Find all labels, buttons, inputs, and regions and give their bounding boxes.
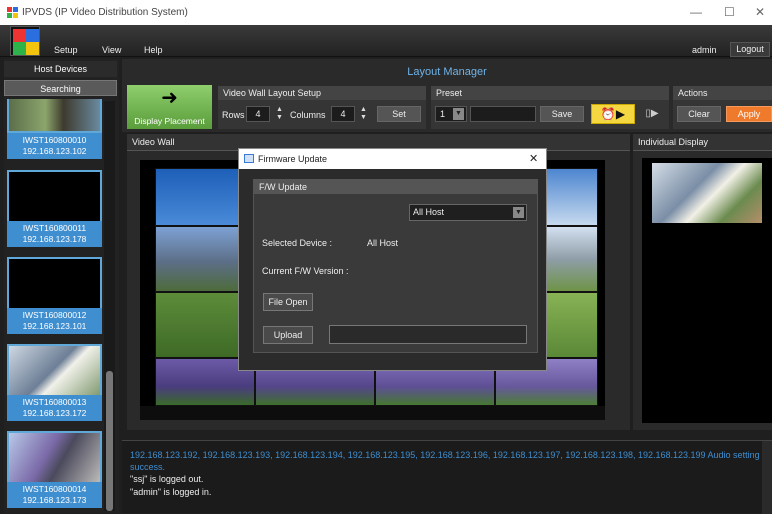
columns-spinner[interactable]: ▲ ▼ [357,106,370,122]
host-select-value: All Host [413,207,445,217]
device-ip: 192.168.123.173 [22,495,87,505]
user-name: admin [692,45,717,55]
minimize-button[interactable]: — [690,5,702,19]
device-caption[interactable]: IWST160800011 192.168.123.178 [7,221,102,247]
device-name: IWST160800013 [22,397,87,407]
device-ip: 192.168.123.102 [22,146,87,156]
maximize-button[interactable]: ☐ [724,5,735,19]
play-icon: ▶ [615,107,626,121]
chevron-down-icon[interactable]: ▼ [513,207,524,218]
device-caption[interactable]: IWST160800013 192.168.123.172 [7,395,102,421]
dialog-title: Firmware Update [258,154,328,164]
fw-update-header: F/W Update [254,180,537,194]
preset-value: 1 [440,109,446,119]
spin-down-icon[interactable]: ▼ [273,114,286,122]
columns-label: Columns [290,110,326,120]
preset-select[interactable]: 1 ▼ [435,106,467,122]
app-icon [7,7,18,18]
log-scrollbar[interactable] [762,441,772,514]
searching-button[interactable]: Searching [4,80,117,96]
display-placement-button[interactable]: ➜ Display Placement [127,85,212,129]
display-placement-label: Display Placement [134,116,205,126]
menu-view[interactable]: View [102,45,121,55]
file-open-button[interactable]: File Open [263,293,313,311]
menu-help[interactable]: Help [144,45,163,55]
clear-button[interactable]: Clear [677,106,721,122]
title-bar: IPVDS (IP Video Distribution System) — ☐… [0,0,772,25]
device-list-scrollbar[interactable] [104,101,115,511]
app-logo [10,26,40,56]
rows-input[interactable]: 4 [246,106,270,122]
log-line: "admin" is logged in. [130,487,212,497]
log-text: success. [130,462,166,472]
individual-display-panel: Individual Display [633,134,772,430]
device-caption[interactable]: IWST160800010 192.168.123.102 [7,133,102,159]
individual-display-view[interactable] [642,158,772,423]
logout-button[interactable]: Logout [730,42,770,57]
columns-input[interactable]: 4 [331,106,355,122]
individual-display-title: Individual Display [638,137,709,147]
device-ip: 192.168.123.172 [22,408,87,418]
spin-up-icon[interactable]: ▲ [273,106,286,114]
spin-up-icon[interactable]: ▲ [357,106,370,114]
timer-play-button[interactable]: ⏰▶ [591,104,635,124]
play-icon: ▶ [650,108,659,119]
apply-button[interactable]: Apply [726,106,772,122]
device-name: IWST160800010 [22,135,87,145]
upload-button[interactable]: Upload [263,326,313,344]
taskbar-strip [140,406,605,420]
individual-display-image [652,163,762,223]
preset-header: Preset [431,86,669,100]
chevron-down-icon[interactable]: ▼ [453,108,464,120]
device-caption[interactable]: IWST160800014 192.168.123.173 [7,482,102,508]
device-ip: 192.168.123.178 [22,234,87,244]
window-icon [244,154,254,163]
menu-setup[interactable]: Setup [54,45,78,55]
set-button[interactable]: Set [377,106,421,122]
wall-setup-header: Video Wall Layout Setup [218,86,426,100]
selected-device-value: All Host [367,238,399,248]
host-devices-header: Host Devices [4,61,117,77]
device-list[interactable]: IWST160800010 192.168.123.102 IWST160800… [4,99,104,513]
step-play-button[interactable]: ▯▶ [638,106,666,122]
window-title: IPVDS (IP Video Distribution System) [22,7,188,18]
layout-manager-title: Layout Manager [407,66,487,78]
device-name: IWST160800014 [22,484,87,494]
rows-label: Rows [222,110,245,120]
video-wall-title: Video Wall [132,137,175,147]
fw-update-group: F/W Update All Host ▼ Selected Device : … [253,179,538,353]
host-select[interactable]: All Host ▼ [409,204,527,221]
spin-down-icon[interactable]: ▼ [357,114,370,122]
log-panel: 192.168.123.192, 192.168.123.193, 192.16… [122,440,772,514]
arrow-right-icon: ➜ [161,87,178,109]
device-thumbnail[interactable] [7,99,102,133]
device-name: IWST160800012 [22,310,87,320]
firmware-update-dialog: Firmware Update ✕ F/W Update All Host ▼ … [238,148,547,371]
individual-display-header: Individual Display [633,134,772,151]
close-button[interactable]: ✕ [755,5,765,19]
save-button[interactable]: Save [540,106,584,122]
log-line: 192.168.123.192, 192.168.123.193, 192.16… [130,449,760,473]
log-line: "ssj" is logged out. [130,474,204,484]
rows-spinner[interactable]: ▲ ▼ [273,106,286,122]
preset-name-input[interactable] [470,106,536,122]
alarm-clock-icon: ⏰ [600,107,616,121]
dialog-title-bar: Firmware Update ✕ [239,149,546,169]
file-path-field[interactable] [329,325,527,344]
scrollbar-thumb[interactable] [106,371,113,511]
current-fw-label: Current F/W Version : [262,266,349,276]
dialog-close-button[interactable]: ✕ [529,152,538,165]
selected-device-label: Selected Device : [262,238,333,248]
log-text: 192.168.123.192, 192.168.123.193, 192.16… [130,450,760,460]
device-ip: 192.168.123.101 [22,321,87,331]
device-caption[interactable]: IWST160800012 192.168.123.101 [7,308,102,334]
actions-header: Actions [673,86,772,100]
device-name: IWST160800011 [22,223,87,233]
